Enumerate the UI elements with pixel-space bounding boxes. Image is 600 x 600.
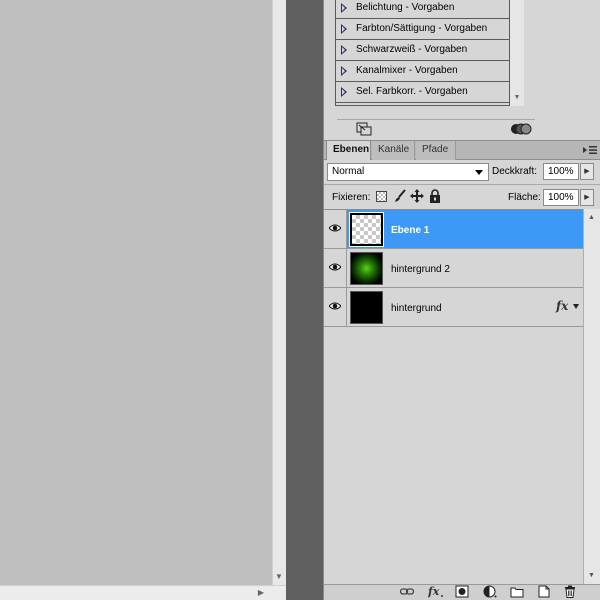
scroll-right-arrow-icon[interactable]: ▶ (254, 586, 268, 600)
pasteboard-strip (286, 0, 323, 600)
svg-text:fx: fx (428, 585, 440, 598)
new-layer-icon[interactable] (537, 585, 551, 598)
preset-item-channel-mixer[interactable]: Kanalmixer - Vorgaben (336, 61, 509, 82)
lock-transparent-pixels-icon[interactable] (376, 191, 387, 202)
panel-menu-icon[interactable] (583, 145, 597, 155)
preset-item-label: Farbton/Sättigung - Vorgaben (356, 23, 488, 34)
opacity-slider-arrow-icon[interactable]: ▶ (580, 163, 594, 180)
lock-image-pixels-brush-icon[interactable] (393, 189, 407, 203)
visibility-cell[interactable] (324, 288, 347, 326)
preset-item-black-white[interactable]: Schwarzweiß - Vorgaben (336, 40, 509, 61)
preset-item-hue-saturation[interactable]: Farbton/Sättigung - Vorgaben (336, 19, 509, 40)
add-layer-mask-icon[interactable] (455, 585, 469, 598)
lock-label: Fixieren: (332, 192, 371, 203)
preset-item-label: Schwarzweiß - Vorgaben (356, 44, 468, 55)
scroll-down-arrow-icon[interactable]: ▼ (583, 570, 600, 582)
fill-input[interactable]: 100% (543, 189, 579, 206)
layer-row-hintergrund[interactable]: hintergrund fx (324, 288, 583, 327)
layer-name[interactable]: hintergrund 2 (391, 264, 450, 275)
layer-row-hintergrund-2[interactable]: hintergrund 2 (324, 249, 583, 288)
preset-item-exposure[interactable]: Belichtung - Vorgaben (336, 0, 509, 19)
scroll-up-arrow-icon[interactable]: ▲ (583, 212, 600, 224)
tab-layers[interactable]: Ebenen (326, 141, 371, 160)
visibility-cell[interactable] (324, 210, 347, 248)
chevron-down-icon (475, 170, 483, 175)
blend-mode-value: Normal (332, 166, 365, 177)
expand-triangle-icon (341, 45, 347, 55)
add-layer-style-fx-icon[interactable]: fx (428, 585, 444, 598)
visibility-cell[interactable] (324, 249, 347, 287)
document-canvas[interactable] (0, 0, 272, 600)
canvas-vertical-scrollbar[interactable] (272, 0, 286, 585)
expand-triangle-icon (341, 87, 347, 97)
divider (324, 184, 600, 185)
opacity-input[interactable]: 100% (543, 163, 579, 180)
tab-channels[interactable]: Kanäle (372, 141, 415, 160)
lock-position-move-icon[interactable] (410, 189, 424, 203)
adjustment-presets-list: Belichtung - Vorgaben Farbton/Sättigung … (335, 0, 510, 106)
new-group-folder-icon[interactable] (510, 585, 524, 598)
opacity-label: Deckkraft: (492, 166, 538, 177)
expand-triangle-icon (341, 24, 347, 34)
link-layers-icon[interactable] (400, 585, 414, 598)
preset-item-selective-color[interactable]: Sel. Farbkorr. - Vorgaben (336, 82, 509, 103)
expand-view-icon[interactable] (356, 122, 372, 136)
preset-item-label: Sel. Farbkorr. - Vorgaben (356, 86, 468, 97)
scroll-down-arrow-icon[interactable]: ▼ (272, 570, 286, 584)
scroll-down-arrow-icon[interactable]: ▼ (510, 92, 524, 104)
layer-effects-fx-icon[interactable]: fx (556, 299, 568, 313)
layer-thumbnail-green-glow (350, 252, 383, 285)
layer-name[interactable]: hintergrund (391, 303, 442, 314)
presets-scrollbar[interactable] (510, 0, 524, 106)
layer-thumbnail-transparent (349, 212, 384, 247)
layer-name[interactable]: Ebene 1 (391, 225, 429, 236)
delete-layer-trash-icon[interactable] (563, 585, 577, 598)
layers-scrollbar[interactable] (583, 209, 600, 584)
expand-triangle-icon (341, 3, 347, 13)
lock-all-icon[interactable] (429, 189, 441, 203)
fill-slider-arrow-icon[interactable]: ▶ (580, 189, 594, 206)
layer-visibility-toggle-icon[interactable] (510, 122, 532, 136)
new-adjustment-layer-icon[interactable] (483, 585, 497, 598)
eye-icon[interactable] (329, 301, 341, 311)
canvas-horizontal-scrollbar[interactable] (0, 585, 286, 600)
eye-icon[interactable] (329, 223, 341, 233)
blend-mode-select[interactable]: Normal (327, 163, 489, 181)
preset-item-label: Kanalmixer - Vorgaben (356, 65, 458, 76)
preset-item-label: Belichtung - Vorgaben (356, 2, 455, 13)
layer-thumbnail-black (350, 291, 383, 324)
eye-icon[interactable] (329, 262, 341, 272)
fill-label: Fläche: (508, 192, 541, 203)
expand-triangle-icon (341, 66, 347, 76)
tab-paths[interactable]: Pfade (416, 141, 456, 160)
effects-expand-arrow-icon[interactable] (573, 304, 579, 309)
layer-row-ebene-1[interactable]: Ebene 1 (324, 210, 583, 249)
